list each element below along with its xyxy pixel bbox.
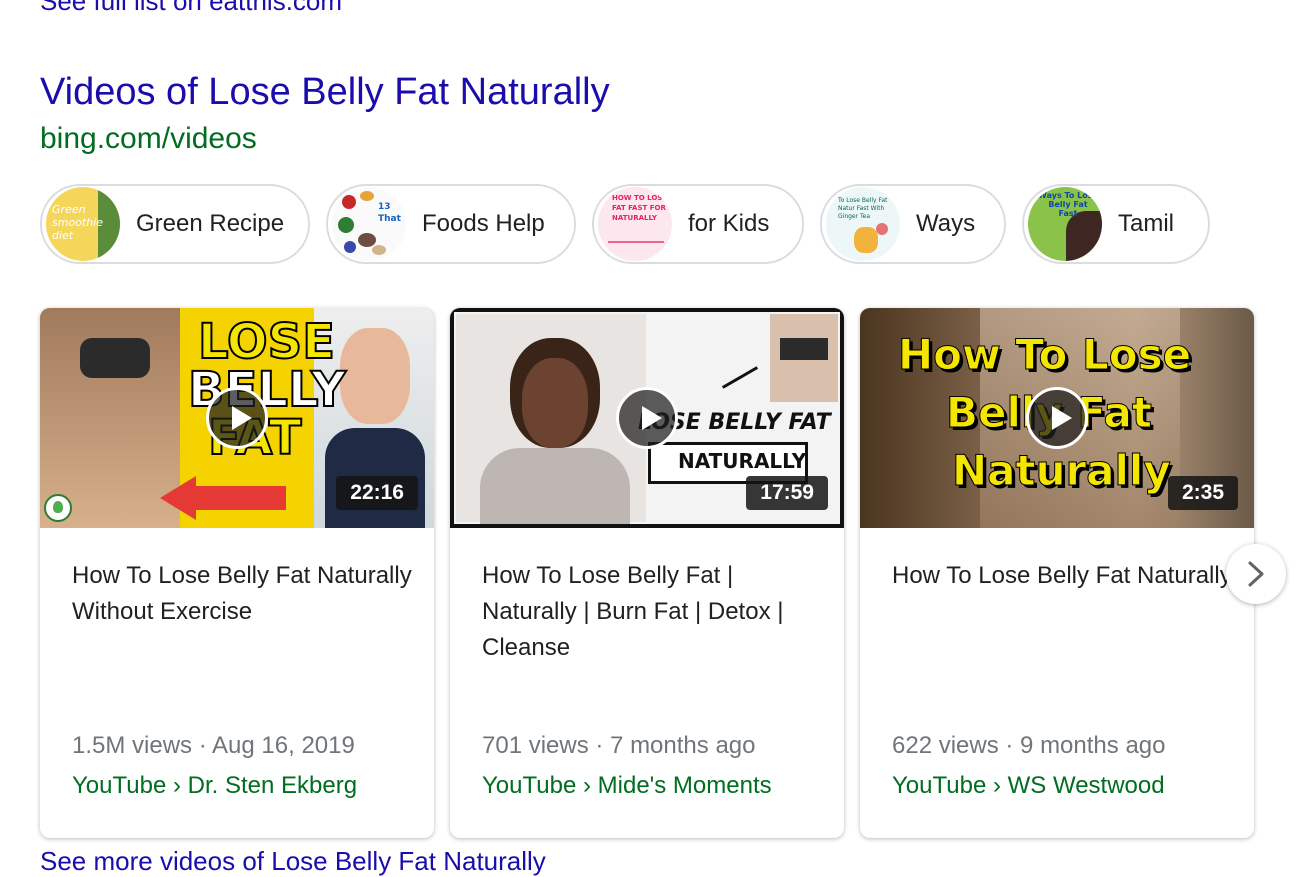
thumbnail-text-line: NATURALLY [678,449,807,473]
video-title-link[interactable]: How To Lose Belly Fat Naturally [892,558,1232,594]
pill-label: Ways [916,210,976,237]
video-meta: 1.5M views · Aug 16, 2019 [72,732,355,759]
pill-thumbnail: To Lose Belly Fat Natur Fast With Ginger… [826,187,900,261]
carousel-next-button[interactable] [1226,544,1286,604]
thumbnail-text-line: LOSE [197,314,336,370]
thumbnail-text-line: Naturally [952,446,1172,495]
play-icon[interactable] [206,387,268,449]
pill-label: Tamil [1118,210,1175,237]
pill-thumbnail-text: 13 That [378,202,401,224]
video-thumbnail[interactable]: LOSE BELLY FAT 22:16 [40,308,434,528]
pill-label: Green Recipe [136,210,285,237]
section-url: bing.com/videos [40,122,257,155]
video-card[interactable]: LOSE BELLY FAT 22:16 How To Lose Belly F… [40,308,434,838]
thumbnail-text-line: How To Lose [897,330,1192,379]
video-duration: 17:59 [746,476,828,510]
video-source: YouTube › WS Westwood [892,772,1165,799]
video-duration: 22:16 [336,476,418,510]
chevron-right-icon [1248,561,1264,587]
see-full-list-link[interactable]: See full list on eatthis.com [40,0,342,16]
video-duration: 2:35 [1167,476,1238,510]
video-card[interactable]: LOSE BELLY FAT NATURALLY 17:59 How To Lo… [450,308,844,838]
pill-thumbnail-text: Ways To Lose Belly Fat Fast [1038,191,1098,218]
related-pill-ways[interactable]: To Lose Belly Fat Natur Fast With Ginger… [820,184,1006,264]
play-icon[interactable] [1026,387,1088,449]
pill-thumbnail-text: HOW TO LOSE FAT FAST FOR NATURALLY [612,194,668,222]
video-title-link[interactable]: How To Lose Belly Fat Naturally Without … [72,558,412,630]
play-icon[interactable] [616,387,678,449]
pill-thumbnail: Ways To Lose Belly Fat Fast [1028,187,1102,261]
video-meta: 622 views · 9 months ago [892,732,1166,759]
video-thumbnail[interactable]: How To Lose Belly Fat Naturally 2:35 [860,308,1254,528]
section-title-link[interactable]: Videos of Lose Belly Fat Naturally [40,70,610,114]
related-pill-tamil[interactable]: Ways To Lose Belly Fat Fast Tamil [1022,184,1210,264]
see-more-videos-link[interactable]: See more videos of Lose Belly Fat Natura… [40,846,546,877]
video-meta: 701 views · 7 months ago [482,732,756,759]
video-source: YouTube › Mide's Moments [482,772,772,799]
related-pill-foods-help[interactable]: 13 That Foods Help [326,184,576,264]
pill-thumbnail: 13 That [332,187,406,261]
pill-thumbnail-text: To Lose Belly Fat Natur Fast With Ginger… [838,197,888,220]
video-thumbnail[interactable]: LOSE BELLY FAT NATURALLY 17:59 [450,308,844,528]
video-card[interactable]: How To Lose Belly Fat Naturally 2:35 How… [860,308,1254,838]
related-pill-green-recipe[interactable]: Green smoothie diet Green Recipe [40,184,310,264]
pill-thumbnail-text: Green smoothie diet [52,203,104,242]
video-source: YouTube › Dr. Sten Ekberg [72,772,358,799]
pill-label: Foods Help [422,210,545,237]
channel-logo-icon [44,494,72,522]
pill-thumbnail: Green smoothie diet [46,187,120,261]
pill-thumbnail: HOW TO LOSE FAT FAST FOR NATURALLY [598,187,672,261]
related-pill-for-kids[interactable]: HOW TO LOSE FAT FAST FOR NATURALLY for K… [592,184,804,264]
video-title-link[interactable]: How To Lose Belly Fat | Naturally | Burn… [482,558,822,666]
pill-label: for Kids [688,210,770,237]
